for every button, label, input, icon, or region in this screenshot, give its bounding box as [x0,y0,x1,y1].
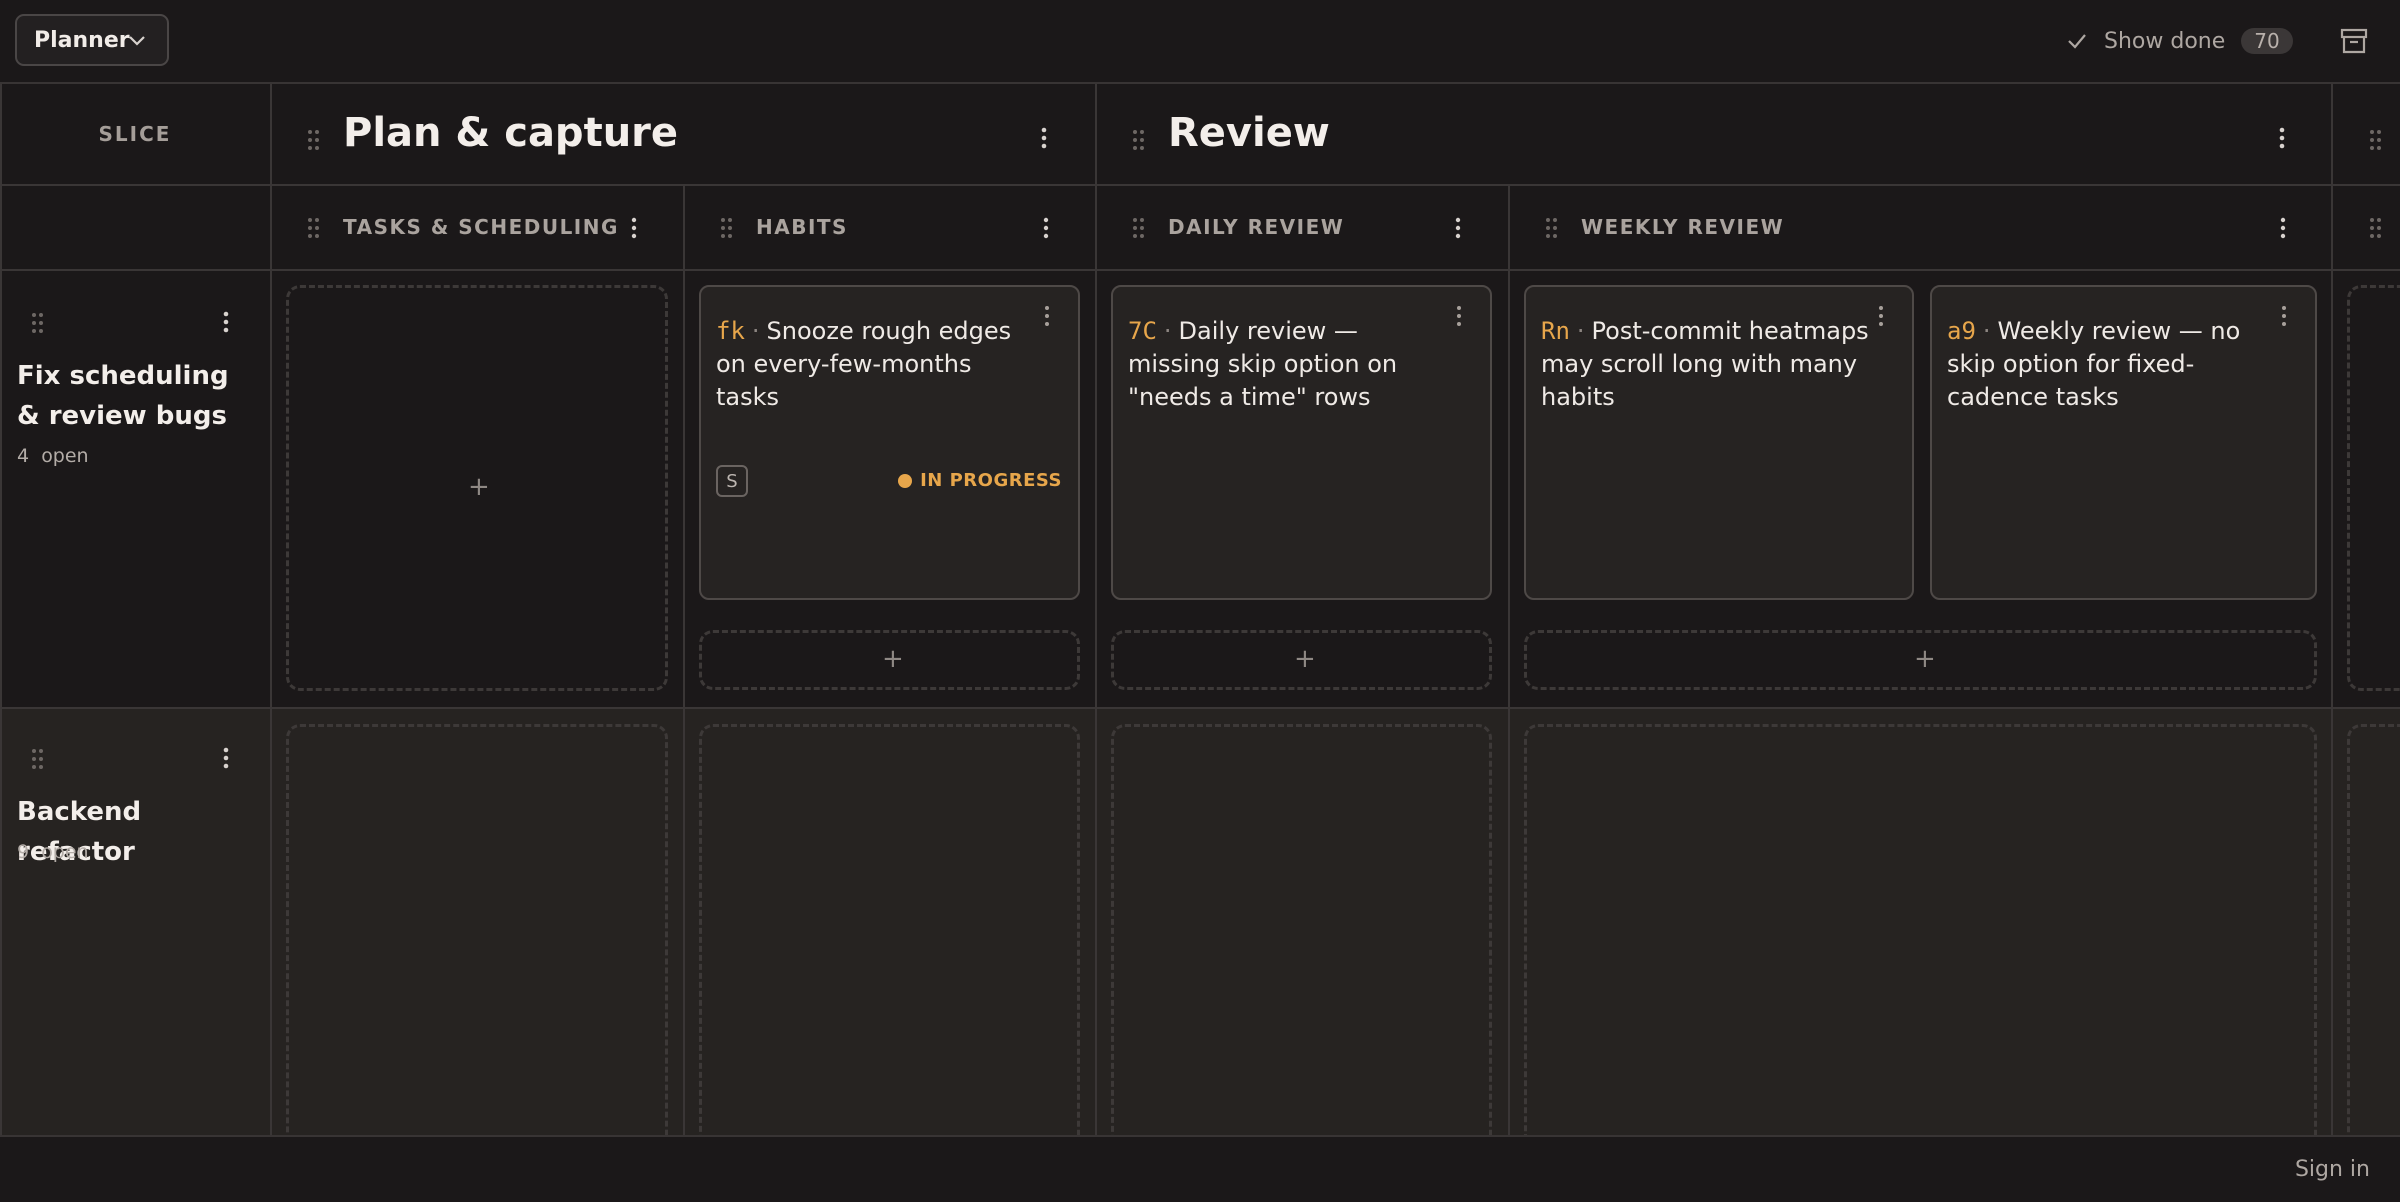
drag-handle-icon[interactable] [1132,217,1146,239]
plus-icon: + [468,472,490,502]
column-title-daily-review: DAILY REVIEW [1168,215,1345,239]
slice-header: SLICE [98,122,172,146]
add-card-dropzone[interactable] [1111,724,1492,1137]
more-vertical-icon[interactable] [1040,305,1054,327]
chevron-down-icon [129,36,145,46]
archive-icon[interactable] [2339,26,2369,56]
row-open-count: 9 open [17,841,89,863]
divider [683,184,685,1137]
more-vertical-icon[interactable] [2277,305,2291,327]
drag-handle-icon[interactable] [307,217,321,239]
add-card-dropzone[interactable] [2347,724,2400,1137]
more-vertical-icon[interactable] [624,217,644,239]
plus-icon: + [882,644,904,674]
open-count-value: 4 [17,445,30,467]
footer: Sign in [0,1135,2400,1202]
divider [1508,184,1510,1137]
drag-handle-icon[interactable] [1545,217,1559,239]
divider [270,84,272,1137]
check-icon [2068,34,2086,49]
top-bar: Planner Show done 70 [0,0,2400,82]
row-open-count: 4 open [17,445,89,467]
board-selector-label: Planner [34,27,130,53]
card-rn[interactable]: Rn · Post-commit heatmaps may scroll long … [1524,285,1914,600]
card-code: fk [716,317,745,345]
card-title: fk · Snooze rough edges on every-few-month… [716,317,1012,411]
add-card-dropzone[interactable] [699,724,1080,1137]
more-vertical-icon[interactable] [216,746,236,770]
add-card-dropzone[interactable] [2347,285,2400,691]
card-title: Rn · Post-commit heatmaps may scroll long … [1541,317,1869,411]
card-7c[interactable]: 7C · Daily review — missing skip option on… [1111,285,1492,600]
show-done-label: Show done [2104,28,2226,54]
row-title-fix-scheduling: Fix scheduling & review bugs [17,361,229,431]
divider [0,707,2400,709]
drag-handle-icon[interactable] [31,312,45,334]
more-vertical-icon[interactable] [2273,217,2293,239]
drag-handle-icon[interactable] [720,217,734,239]
drag-handle-icon[interactable] [1132,129,1146,151]
card-a9[interactable]: a9 · Weekly review — no skip option for fi… [1930,285,2317,600]
column-title-habits: HABITS [756,215,848,239]
card-code: 7C [1128,317,1157,345]
plus-icon: + [1294,644,1316,674]
drag-handle-icon[interactable] [307,129,321,151]
status-dot-icon [898,473,913,488]
divider [1095,84,1097,1137]
group-title-plan-capture: Plan & capture [343,110,679,156]
divider [0,84,2,1137]
more-vertical-icon[interactable] [1448,217,1468,239]
divider [0,184,2400,186]
status-badge: IN PROGRESS [898,470,1062,491]
more-vertical-icon[interactable] [1034,126,1054,150]
add-card-dropzone[interactable] [286,724,668,1137]
plus-icon: + [1914,644,1936,674]
open-count-label: open [41,841,89,863]
card-text: Snooze rough edges on every-few-months t… [716,317,1012,411]
size-badge: S [716,465,748,497]
column-title-tasks-scheduling: TASKS & SCHEDULING [343,215,619,239]
column-title-weekly-review: WEEKLY REVIEW [1581,215,1785,239]
open-count-value: 9 [17,841,30,863]
board-selector-dropdown[interactable]: Planner [15,14,169,66]
sign-in-link[interactable]: Sign in [2295,1157,2370,1182]
open-count-label: open [41,445,89,467]
card-title: a9 · Weekly review — no skip option for fi… [1947,317,2241,411]
divider [2331,84,2333,1137]
board-grid: SLICE Plan & capture Review TASKS & SCHE… [0,82,2400,1137]
card-fk[interactable]: fk · Snooze rough edges on every-few-month… [699,285,1080,600]
more-vertical-icon[interactable] [1452,305,1466,327]
card-title: 7C · Daily review — missing skip option on… [1128,317,1398,411]
group-title-review: Review [1168,110,1330,156]
drag-handle-icon[interactable] [2369,129,2383,151]
status-label: IN PROGRESS [920,470,1062,491]
add-card-dropzone[interactable] [1524,724,2317,1137]
more-vertical-icon[interactable] [2272,126,2292,150]
drag-handle-icon[interactable] [31,748,45,770]
show-done-toggle[interactable]: Show done 70 [2066,22,2293,60]
divider [0,269,2400,271]
done-count-badge: 70 [2241,28,2293,54]
more-vertical-icon[interactable] [1036,217,1056,239]
card-code: Rn [1541,317,1570,345]
drag-handle-icon[interactable] [2369,217,2383,239]
more-vertical-icon[interactable] [1874,305,1888,327]
card-text: Post-commit heatmaps may scroll long wit… [1541,317,1869,411]
more-vertical-icon[interactable] [216,310,236,334]
card-code: a9 [1947,317,1976,345]
